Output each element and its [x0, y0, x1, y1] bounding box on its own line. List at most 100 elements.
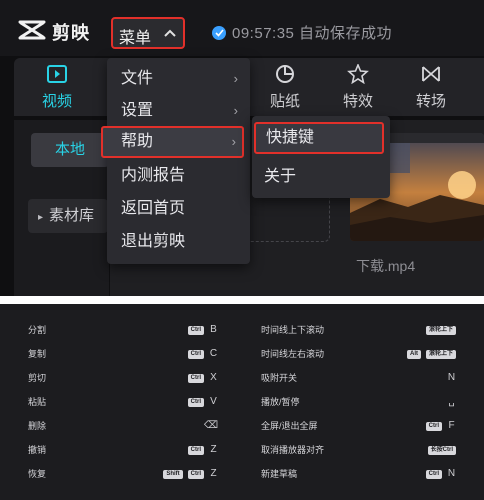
caret-right-icon: ▸: [38, 212, 44, 223]
shortcut-keys: 滚轮上下: [425, 318, 456, 342]
submenu-item-about[interactable]: 关于: [252, 161, 390, 193]
key-char: ⌫: [203, 420, 218, 431]
submenu-item-shortcuts-label: 快捷键: [266, 129, 315, 146]
key-badge: 长按Ctrl: [427, 445, 456, 455]
jianying-logo-icon: [18, 20, 46, 40]
menu-item-file[interactable]: 文件 ›: [107, 63, 250, 95]
key-char: V: [210, 396, 217, 407]
key-char: N: [447, 468, 456, 479]
key-char: B: [210, 324, 217, 335]
shortcut-action-name: 时间线上下滚动: [261, 325, 325, 335]
key-char: F: [448, 420, 455, 431]
menu-item-settings-label: 设置: [121, 102, 154, 119]
sticker-icon: [276, 65, 294, 83]
shortcut-action-name: 撤销: [28, 445, 47, 455]
key-char: N: [447, 372, 456, 383]
chevron-right-icon: ›: [233, 71, 238, 86]
sidebar-item-local[interactable]: 本地: [31, 133, 109, 167]
shortcut-keys: 长按Ctrl: [427, 438, 456, 462]
shortcut-action-name: 复制: [28, 349, 47, 359]
autosave-text: 09:57:35 自动保存成功: [232, 25, 393, 42]
shortcut-row: 吸附开关 N: [261, 366, 456, 390]
menu-item-home-label: 返回首页: [121, 200, 186, 217]
shortcut-row: 取消播放器对齐 长按Ctrl: [261, 438, 456, 462]
sidebar-item-library-label: 素材库: [49, 207, 95, 224]
shortcut-action-name: 分割: [28, 325, 47, 335]
title-bar: 剪映 菜单 09:57:35 自动保存成功: [0, 0, 484, 56]
autosave-status: 09:57:35 自动保存成功: [212, 22, 392, 43]
shortcut-keys: Shift Ctrl Z: [163, 462, 218, 486]
menu-item-help-label: 帮助: [121, 133, 154, 150]
tab-video[interactable]: 视频: [29, 58, 85, 116]
chevron-up-icon: [164, 29, 176, 37]
key-char: X: [210, 372, 217, 383]
key-badge: Ctrl: [425, 421, 442, 431]
tab-video-label: 视频: [41, 93, 72, 110]
submenu-item-shortcuts[interactable]: 快捷键: [254, 122, 384, 154]
shortcut-action-name: 吸附开关: [261, 373, 298, 383]
menu-item-file-label: 文件: [121, 70, 154, 87]
key-badge: 滚轮上下: [425, 325, 456, 335]
menu-button[interactable]: 菜单: [111, 17, 185, 49]
shortcut-action-name: 新建草稿: [261, 469, 298, 479]
key-badge: Ctrl: [425, 469, 442, 479]
key-char: Z: [210, 468, 217, 479]
menu-item-help[interactable]: 帮助 ›: [101, 126, 244, 158]
sidebar-item-library[interactable]: ▸ 素材库: [28, 199, 108, 233]
video-icon: [47, 65, 67, 83]
key-badge: Shift: [163, 469, 183, 479]
key-badge: 滚轮上下: [425, 349, 456, 359]
shortcut-row: 删除 ⌫: [28, 414, 218, 438]
shortcut-keys: Alt 滚轮上下: [406, 342, 456, 366]
shortcut-row: 播放/暂停 ␣: [261, 390, 456, 414]
tab-sticker[interactable]: 贴纸: [257, 58, 313, 116]
key-badge: Ctrl: [187, 445, 204, 455]
key-badge: Alt: [406, 349, 421, 359]
menu-item-beta-report-label: 内测报告: [121, 167, 186, 184]
tab-effects[interactable]: 特效: [330, 58, 386, 116]
shortcut-keys: Ctrl F: [425, 414, 456, 438]
key-char: ␣: [448, 396, 455, 407]
menu-item-settings[interactable]: 设置 ›: [107, 95, 250, 127]
chevron-right-icon: ›: [231, 134, 236, 149]
menu-item-exit-label: 退出剪映: [121, 233, 186, 250]
key-char: Z: [210, 444, 217, 455]
shortcut-row: 新建草稿 Ctrl N: [261, 462, 456, 486]
shortcut-keys: Ctrl V: [187, 390, 218, 414]
submenu-item-about-label: 关于: [264, 168, 297, 185]
shortcut-row: 粘贴 Ctrl V: [28, 390, 218, 414]
transition-icon: [422, 66, 440, 82]
help-submenu: 快捷键 关于: [252, 116, 390, 198]
shortcut-row: 撤销 Ctrl Z: [28, 438, 218, 462]
shortcut-keys: Ctrl Z: [187, 438, 218, 462]
tab-transition[interactable]: 转场: [403, 58, 459, 116]
shortcut-action-name: 剪切: [28, 373, 47, 383]
chevron-right-icon: ›: [233, 103, 238, 118]
menu-item-home[interactable]: 返回首页: [107, 193, 250, 225]
shortcut-action-name: 恢复: [28, 469, 47, 479]
shortcut-keys: Ctrl X: [187, 366, 218, 390]
shortcut-row: 剪切 Ctrl X: [28, 366, 218, 390]
tab-effects-label: 特效: [342, 93, 373, 110]
shortcut-action-name: 粘贴: [28, 397, 47, 407]
shortcut-action-name: 取消播放器对齐: [261, 445, 325, 455]
shortcut-keys: Ctrl N: [425, 462, 456, 486]
effects-icon: [347, 62, 369, 85]
shortcut-keys: N: [447, 366, 456, 390]
key-badge: Ctrl: [187, 397, 204, 407]
tab-transition-label: 转场: [415, 93, 446, 110]
menu-item-beta-report[interactable]: 内测报告: [107, 160, 250, 192]
key-badge: Ctrl: [187, 349, 204, 359]
shortcut-action-name: 全屏/退出全屏: [261, 421, 318, 431]
main-dropdown-menu: 文件 › 设置 › 帮助 › 内测报告 返回首页 退出剪映: [101, 58, 250, 264]
key-badge: Ctrl: [187, 325, 204, 335]
shortcut-action-name: 时间线左右滚动: [261, 349, 325, 359]
check-circle-icon: [212, 25, 226, 40]
shortcut-keys: ⌫: [204, 414, 218, 438]
tab-sticker-label: 贴纸: [269, 93, 300, 110]
editor-screenshot: 剪映 菜单 09:57:35 自动保存成功 视频 贴纸 特效 转场 本地 ▸ 素…: [0, 0, 484, 296]
shortcut-row: 时间线上下滚动 滚轮上下: [261, 318, 456, 342]
key-badge: Ctrl: [187, 469, 204, 479]
menu-item-exit[interactable]: 退出剪映: [107, 226, 250, 258]
shortcut-action-name: 播放/暂停: [261, 397, 300, 407]
